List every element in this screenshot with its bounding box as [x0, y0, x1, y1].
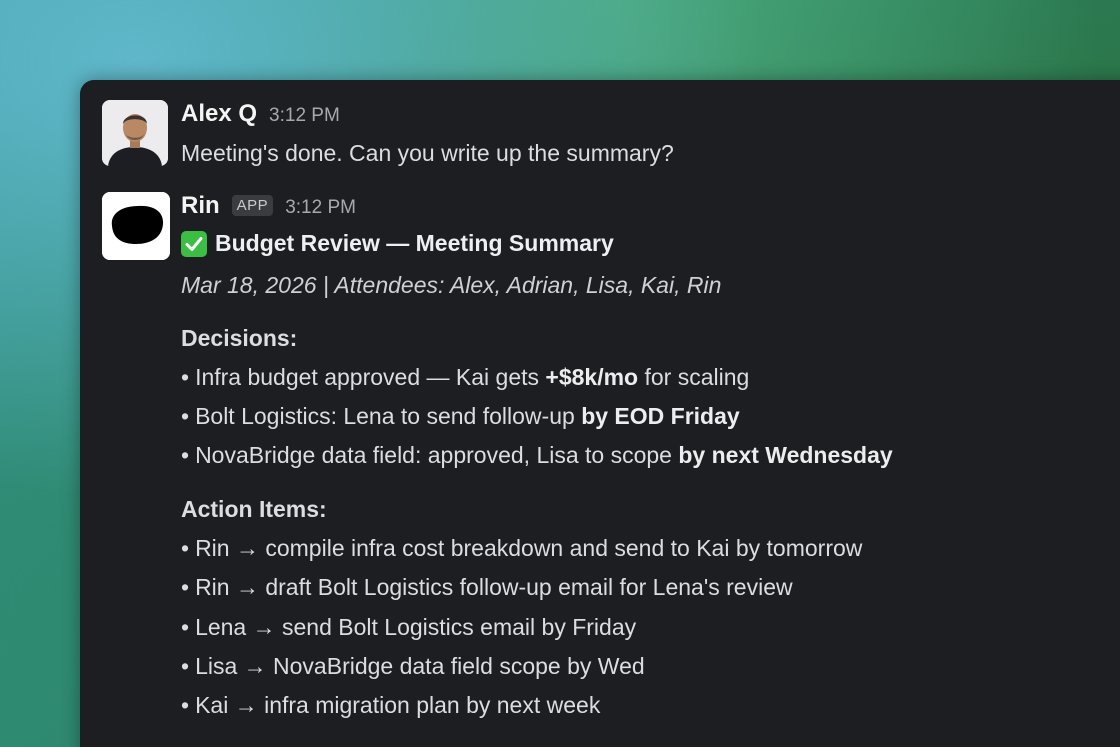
decision-item: • Bolt Logistics: Lena to send follow-up … — [181, 403, 740, 430]
bullet: • — [181, 442, 190, 468]
action-text: Lisa → NovaBridge data field scope by We… — [195, 653, 645, 679]
avatar-alex[interactable] — [102, 100, 168, 166]
decision-text: NovaBridge data field: approved, Lisa to… — [195, 442, 679, 468]
action-item: • Lena → send Bolt Logistics email by Fri… — [181, 614, 636, 641]
avatar-rin[interactable] — [102, 192, 170, 260]
action-text: Rin → draft Bolt Logistics follow-up ema… — [195, 574, 793, 600]
message-timestamp[interactable]: 3:12 PM — [285, 197, 356, 219]
decision-item: • Infra budget approved — Kai gets +$8k/m… — [181, 364, 749, 391]
action-items-heading: Action Items: — [181, 496, 327, 522]
message-header-rin: Rin APP 3:12 PM — [181, 192, 356, 220]
decisions-heading: Decisions: — [181, 325, 298, 351]
decision-text: Infra budget approved — Kai gets — [195, 364, 546, 390]
sender-name[interactable]: Alex Q — [181, 100, 257, 128]
summary-title-text: Budget Review — Meeting Summary — [215, 230, 614, 256]
check-mark-icon — [181, 230, 207, 257]
bullet: • — [181, 574, 190, 600]
action-text: Rin → compile infra cost breakdown and s… — [195, 535, 863, 561]
sender-name[interactable]: Rin — [181, 192, 220, 220]
chat-window: Alex Q 3:12 PM Meeting's done. Can you w… — [80, 80, 1120, 747]
bullet: • — [181, 364, 190, 390]
decision-highlight: +$8k/mo — [545, 364, 639, 390]
decision-highlight: by next Wednesday — [678, 442, 893, 468]
summary-meta: Mar 18, 2026 | Attendees: Alex, Adrian, … — [181, 272, 722, 298]
decision-highlight: by EOD Friday — [581, 403, 740, 429]
bullet: • — [181, 535, 190, 561]
action-item: • Lisa → NovaBridge data field scope by W… — [181, 653, 645, 680]
bullet: • — [181, 403, 190, 429]
bullet: • — [181, 692, 190, 718]
action-text: Lena → send Bolt Logistics email by Frid… — [195, 614, 637, 640]
bullet: • — [181, 614, 190, 640]
action-item: • Rin → draft Bolt Logistics follow-up em… — [181, 574, 793, 601]
action-item: • Kai → infra migration plan by next week — [181, 692, 600, 719]
message-header-alex: Alex Q 3:12 PM — [181, 100, 340, 128]
summary-title: Budget Review — Meeting Summary — [181, 230, 614, 257]
bullet: • — [181, 653, 190, 679]
app-badge: APP — [231, 195, 274, 216]
decision-text-tail: for scaling — [638, 364, 750, 390]
action-text: Kai → infra migration plan by next week — [195, 692, 601, 718]
decision-text: Bolt Logistics: Lena to send follow-up — [195, 403, 582, 429]
message-timestamp[interactable]: 3:12 PM — [269, 105, 340, 127]
action-item: • Rin → compile infra cost breakdown and … — [181, 535, 862, 562]
message-text-alex: Meeting's done. Can you write up the sum… — [181, 140, 674, 166]
decision-item: • NovaBridge data field: approved, Lisa t… — [181, 442, 893, 469]
